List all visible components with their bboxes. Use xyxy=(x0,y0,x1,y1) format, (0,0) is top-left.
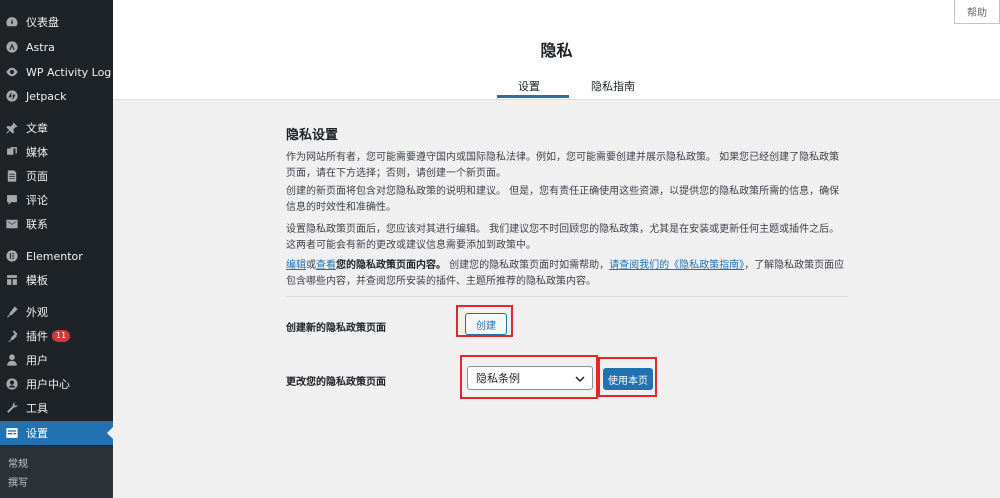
section-divider xyxy=(286,296,848,297)
sidebar-item-label: Jetpack xyxy=(26,89,67,103)
sidebar-item-label: 用户中心 xyxy=(26,378,70,391)
help-text: 创建您的隐私政策页面时如需帮助， xyxy=(446,260,610,271)
edit-advice-paragraph: 设置隐私政策页面后，您应该对其进行编辑。 我们建议您不时回顾您的隐私政策，尤其是… xyxy=(286,224,840,251)
plugin-icon xyxy=(5,329,19,343)
sidebar-item-label: 媒体 xyxy=(26,146,48,159)
edit-link[interactable]: 编辑 xyxy=(286,260,306,271)
sidebar-item-tools[interactable]: 工具 xyxy=(0,396,113,420)
sidebar-item-label: 评论 xyxy=(26,194,48,207)
sidebar-item-label: 工具 xyxy=(26,402,48,415)
or-text: 或 xyxy=(306,260,316,271)
sidebar-item-label: Elementor xyxy=(26,249,83,263)
privacy-guide-link[interactable]: 请查阅我们的《隐私政策指南》 xyxy=(609,260,744,271)
sidebar-item-user-center[interactable]: 用户中心 xyxy=(0,372,113,396)
media-icon xyxy=(5,145,19,159)
page-icon xyxy=(5,169,19,183)
template-icon xyxy=(5,273,19,287)
intro-paragraph: 作为网站所有者，您可能需要遵守国内或国际隐私法律。例如，您可能需要创建并展示隐私… xyxy=(286,152,840,179)
tools-icon xyxy=(5,401,19,415)
sidebar-item-comments[interactable]: 评论 xyxy=(0,188,113,212)
page-title: 隐私 xyxy=(540,41,573,60)
page-header: 隐私 设置 隐私指南 帮助 xyxy=(113,0,1000,100)
elementor-icon xyxy=(5,249,19,263)
sidebar-item-astra[interactable]: Astra xyxy=(0,35,113,59)
sidebar-item-settings[interactable]: 设置 xyxy=(0,421,113,445)
sidebar-item-label: WP Activity Log xyxy=(26,65,112,79)
admin-sidebar: 仪表盘 Astra WP Activity Log Jetpack 文章 媒体 … xyxy=(0,0,113,498)
sidebar-item-appearance[interactable]: 外观 xyxy=(0,300,113,324)
view-link[interactable]: 查看 xyxy=(316,260,336,271)
help-button[interactable]: 帮助 xyxy=(954,0,1000,24)
submenu-item-writing[interactable]: 撰写 xyxy=(8,474,28,489)
activity-log-icon xyxy=(5,65,19,79)
settings-icon xyxy=(5,426,19,440)
tab-settings[interactable]: 设置 xyxy=(518,78,540,94)
sidebar-item-posts[interactable]: 文章 xyxy=(0,116,113,140)
appearance-icon xyxy=(5,305,19,319)
sidebar-item-jetpack[interactable]: Jetpack xyxy=(0,84,113,108)
sidebar-item-contact[interactable]: 联系 xyxy=(0,212,113,236)
tab-privacy-guide[interactable]: 隐私指南 xyxy=(591,78,635,94)
sidebar-item-pages[interactable]: 页面 xyxy=(0,164,113,188)
sidebar-item-label: 文章 xyxy=(26,122,48,135)
sidebar-item-label: 联系 xyxy=(26,218,48,231)
contact-icon xyxy=(5,217,19,231)
sidebar-item-label: 外观 xyxy=(26,306,48,319)
sidebar-item-label: 插件 xyxy=(26,330,48,343)
highlight-box-use-button xyxy=(598,357,657,397)
dashboard-icon xyxy=(5,15,19,29)
change-page-label: 更改您的隐私政策页面 xyxy=(286,377,386,388)
edit-view-paragraph: 编辑或查看您的隐私政策页面内容。 创建您的隐私政策页面时如需帮助，请查阅我们的《… xyxy=(286,258,848,290)
sidebar-item-wp-activity-log[interactable]: WP Activity Log xyxy=(0,60,113,84)
sidebar-item-elementor[interactable]: Elementor xyxy=(0,244,113,268)
sidebar-item-label: Astra xyxy=(26,40,55,54)
plugin-update-count-badge: 11 xyxy=(52,330,71,342)
new-page-paragraph: 创建的新页面将包含对您隐私政策的说明和建议。 但是，您有责任正确使用这些资源，以… xyxy=(286,186,840,213)
user-center-icon xyxy=(5,377,19,391)
astra-icon xyxy=(5,40,19,54)
jetpack-icon xyxy=(5,89,19,103)
active-tab-indicator xyxy=(497,95,569,98)
sidebar-item-users[interactable]: 用户 xyxy=(0,348,113,372)
comment-icon xyxy=(5,193,19,207)
sidebar-item-label: 页面 xyxy=(26,170,48,183)
sidebar-item-label: 设置 xyxy=(26,427,48,440)
submenu-item-general[interactable]: 常规 xyxy=(8,455,28,470)
user-icon xyxy=(5,353,19,367)
sidebar-item-plugins[interactable]: 插件 11 xyxy=(0,324,113,348)
settings-submenu: 常规 撰写 xyxy=(0,446,113,498)
pin-icon xyxy=(5,121,19,135)
highlight-box-create xyxy=(456,305,513,337)
policy-content-text: 您的隐私政策页面内容。 xyxy=(336,260,446,271)
sidebar-item-label: 模板 xyxy=(26,274,48,287)
create-page-label: 创建新的隐私政策页面 xyxy=(286,323,386,334)
sidebar-item-label: 仪表盘 xyxy=(26,16,59,29)
sidebar-item-media[interactable]: 媒体 xyxy=(0,140,113,164)
sidebar-item-templates[interactable]: 模板 xyxy=(0,268,113,292)
section-title: 隐私设置 xyxy=(286,128,339,143)
sidebar-item-label: 用户 xyxy=(26,354,48,367)
sidebar-item-dashboard[interactable]: 仪表盘 xyxy=(0,10,113,34)
highlight-box-select xyxy=(460,355,598,399)
